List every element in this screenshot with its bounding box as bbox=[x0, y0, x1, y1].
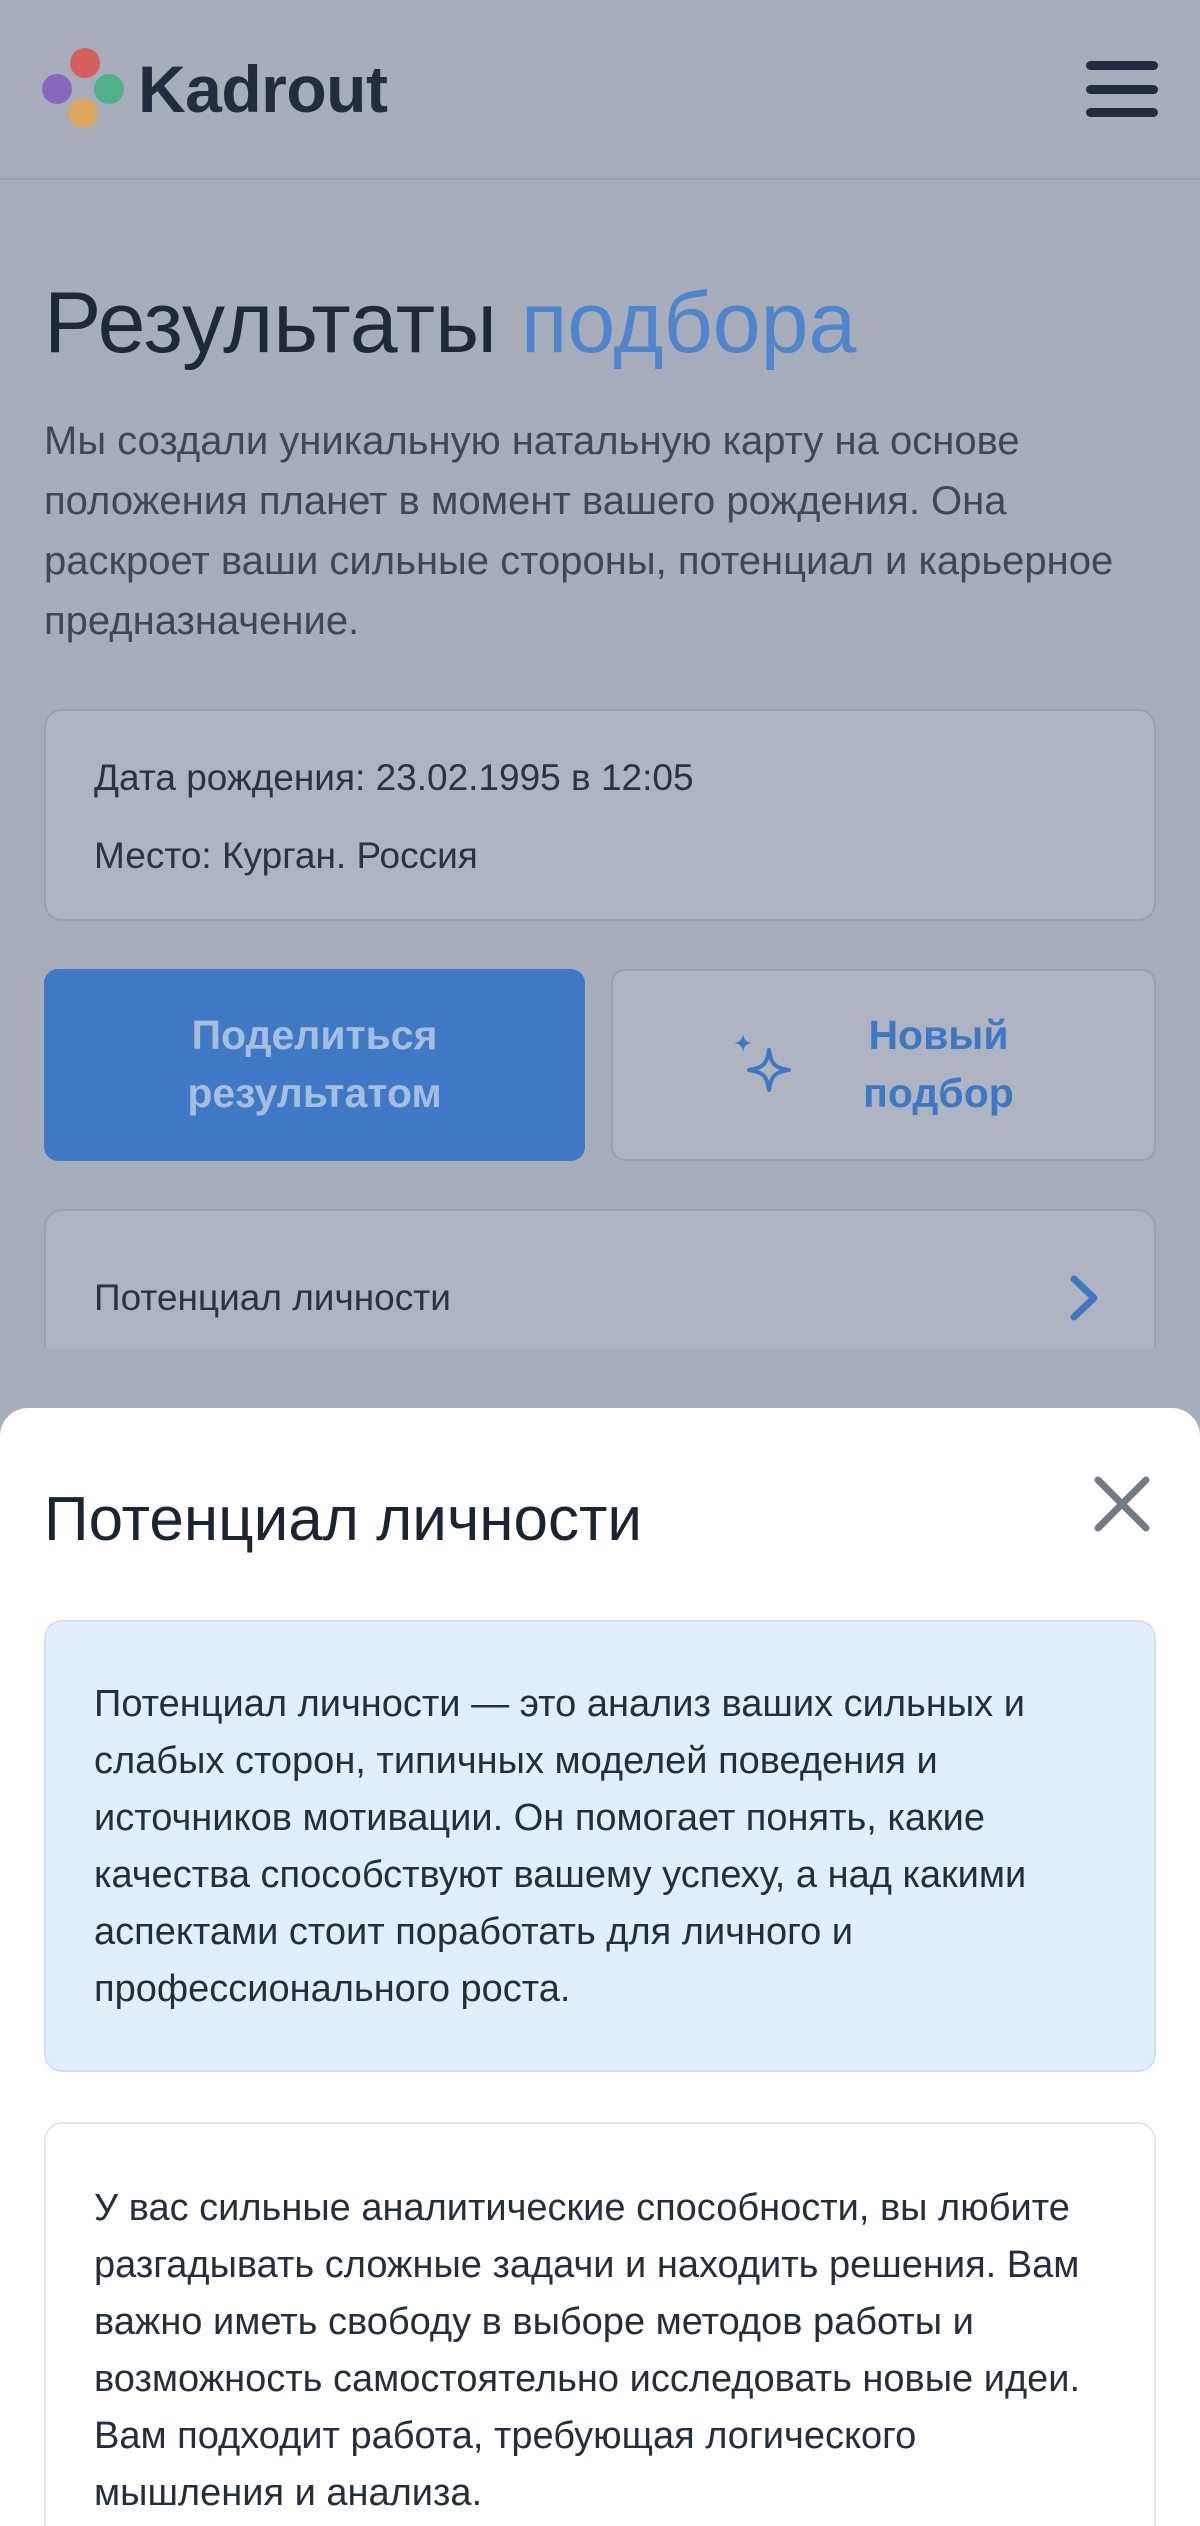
page: Kadrout Результаты подбора Мы создали ун… bbox=[0, 0, 1200, 2526]
brand-logo[interactable]: Kadrout bbox=[42, 48, 388, 130]
share-result-button[interactable]: Поделиться результатом bbox=[44, 968, 585, 1161]
birth-place: Место: Курган. Россия bbox=[94, 834, 478, 876]
action-buttons: Поделиться результатом Новый подбор bbox=[44, 968, 1156, 1161]
share-result-label: Поделиться результатом bbox=[187, 1012, 442, 1116]
new-selection-button[interactable]: Новый подбор bbox=[611, 968, 1156, 1161]
sparkle-icon bbox=[733, 1033, 791, 1092]
analysis-card: У вас сильные аналитические способности,… bbox=[44, 2122, 1156, 2526]
sheet-header: Потенциал личности bbox=[44, 1408, 1156, 1620]
close-icon[interactable] bbox=[1090, 1472, 1154, 1536]
birth-info-card: Дата рождения: 23.02.1995 в 12:05 Место:… bbox=[44, 708, 1156, 921]
logo-dot bbox=[70, 48, 100, 78]
logo-icon bbox=[42, 48, 124, 130]
sheet-title: Потенциал личности bbox=[44, 1484, 642, 1554]
definition-note: Потенциал личности — это анализ ваших си… bbox=[44, 1620, 1156, 2072]
brand-name: Kadrout bbox=[138, 52, 388, 126]
hamburger-menu-icon[interactable] bbox=[1086, 61, 1158, 117]
section-row-label: Потенциал личности bbox=[94, 1276, 451, 1318]
logo-dot bbox=[94, 74, 124, 104]
logo-dot bbox=[42, 74, 72, 104]
section-row-personal-potential[interactable]: Потенциал личности bbox=[44, 1208, 1156, 1349]
logo-dot bbox=[68, 98, 98, 128]
bottom-sheet: Потенциал личности Потенциал личности — … bbox=[0, 1408, 1200, 2526]
title-main: Результаты bbox=[44, 275, 497, 371]
page-title: Результаты подбора bbox=[44, 276, 1156, 371]
title-accent: подбора bbox=[520, 275, 857, 371]
chevron-right-icon bbox=[1070, 1275, 1098, 1321]
results-content: Результаты подбора Мы создали уникальную… bbox=[0, 276, 1200, 1349]
page-description: Мы создали уникальную натальную карту на… bbox=[44, 418, 1114, 643]
birth-date: Дата рождения: 23.02.1995 в 12:05 bbox=[94, 756, 694, 798]
top-bar: Kadrout bbox=[0, 0, 1200, 180]
new-selection-label: Новый подбор bbox=[863, 1012, 1014, 1116]
